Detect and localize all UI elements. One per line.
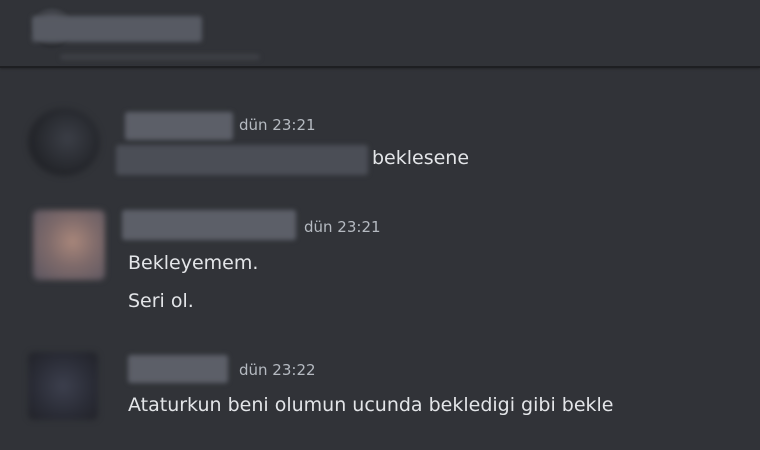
message-text: Seri ol. xyxy=(128,290,194,312)
avatar[interactable] xyxy=(28,352,98,420)
message-timestamp[interactable]: dün 23:21 xyxy=(304,218,381,236)
message-timestamp[interactable]: dün 23:21 xyxy=(239,116,316,134)
avatar[interactable] xyxy=(33,210,105,280)
message-text: Bekleyemem. xyxy=(128,252,259,274)
username-redacted[interactable] xyxy=(122,210,296,240)
message-content-redacted xyxy=(116,145,368,175)
message-text: beklesene xyxy=(372,147,470,169)
header-subtitle-redacted xyxy=(60,54,260,60)
channel-header xyxy=(0,0,760,68)
avatar[interactable] xyxy=(28,108,100,176)
username-redacted[interactable] xyxy=(128,355,228,383)
username-redacted[interactable] xyxy=(125,112,233,140)
header-name-redacted[interactable] xyxy=(32,16,202,42)
message-timestamp[interactable]: dün 23:22 xyxy=(239,361,316,379)
message-text: Ataturkun beni olumun ucunda bekledigi g… xyxy=(128,394,614,416)
